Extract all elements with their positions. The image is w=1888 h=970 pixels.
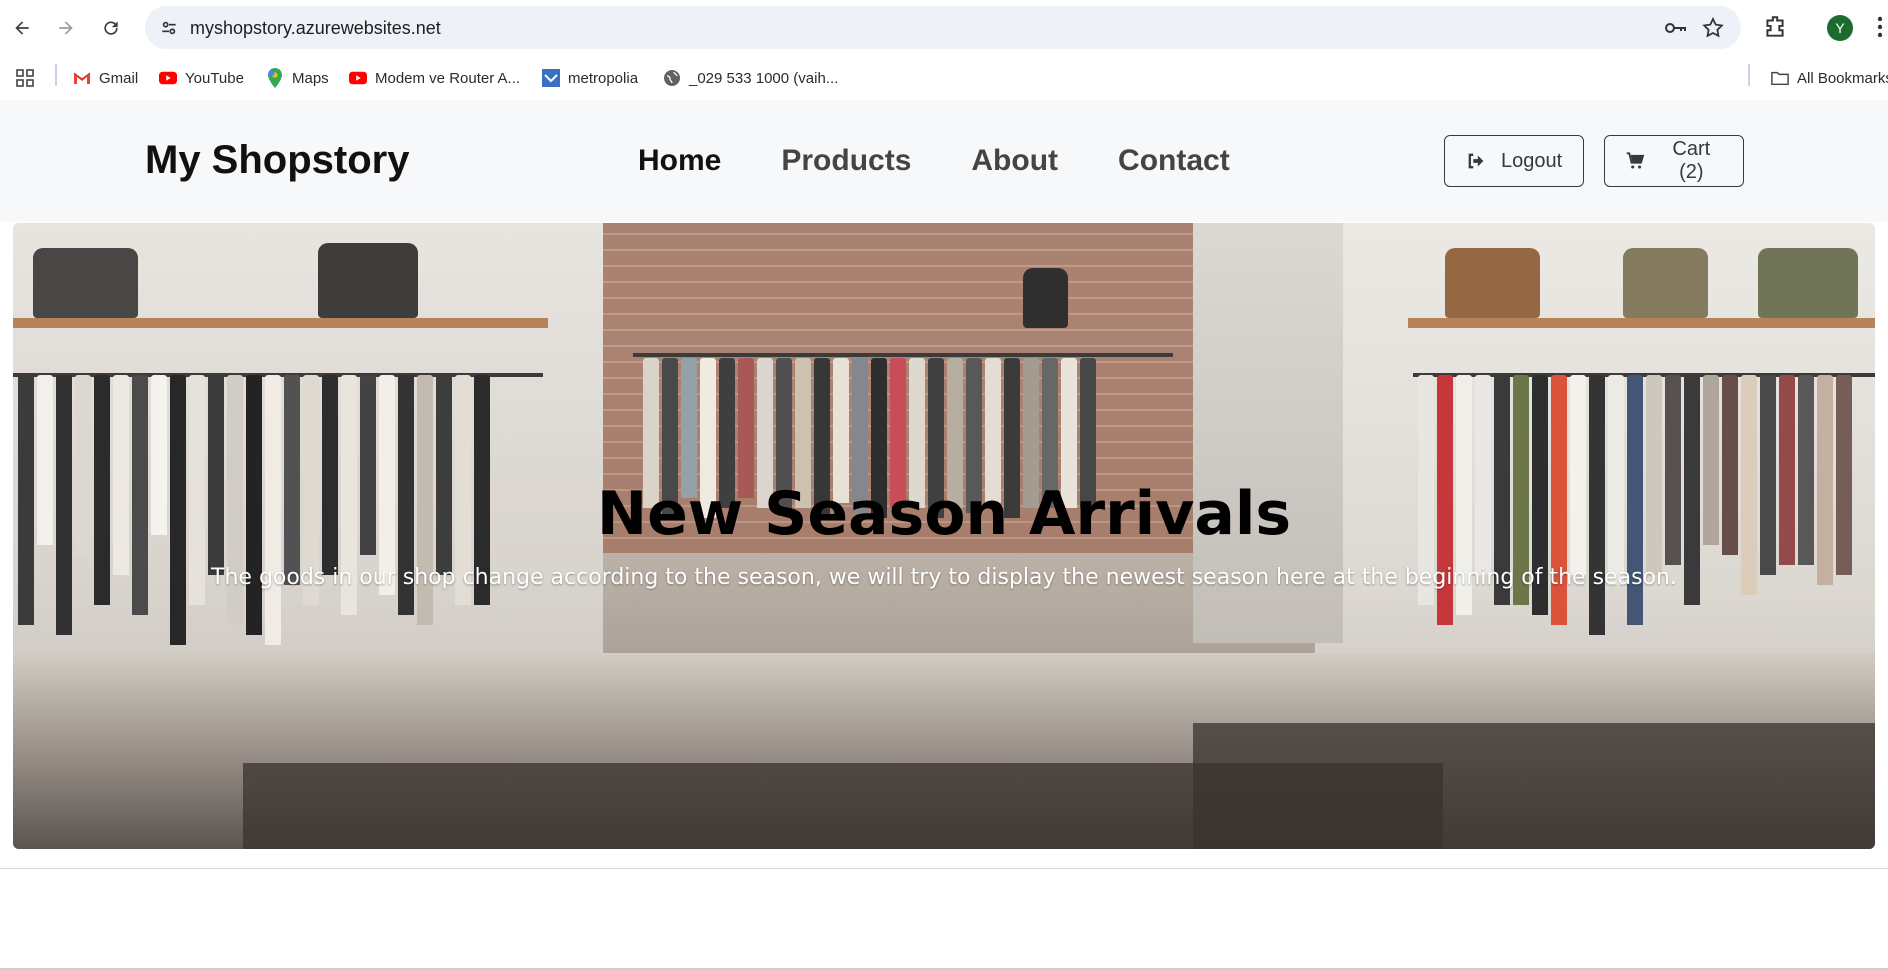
bookmark-metropolia[interactable]: metropolia [542, 66, 638, 90]
cart-button[interactable]: Cart (2) [1604, 135, 1744, 187]
address-bar[interactable]: myshopstory.azurewebsites.net [145, 6, 1741, 49]
gmail-icon [73, 69, 91, 87]
bookmark-youtube[interactable]: YouTube [159, 66, 244, 90]
maps-icon [266, 68, 284, 88]
bookmarks-bar: Gmail YouTube Maps Modem ve Router A... … [0, 56, 1888, 100]
bookmark-separator [55, 64, 57, 86]
cart-icon [1626, 152, 1645, 169]
forward-arrow-icon [59, 21, 73, 35]
site-navbar: My Shopstory Home Products About Contact… [0, 100, 1888, 222]
more-menu-icon[interactable] [1875, 14, 1885, 40]
extensions-puzzle-icon[interactable] [1762, 14, 1788, 40]
bookmark-phone[interactable]: _029 533 1000 (vaih... [663, 66, 838, 90]
nav-home[interactable]: Home [638, 144, 721, 178]
profile-avatar[interactable]: Y [1827, 15, 1853, 41]
section-divider [0, 868, 1888, 869]
folder-icon [1771, 69, 1789, 87]
all-bookmarks-button[interactable]: All Bookmarks [1771, 66, 1888, 90]
back-button[interactable] [6, 12, 38, 44]
bookmark-star-icon[interactable] [1701, 16, 1725, 40]
hero-banner: New Season Arrivals The goods in our sho… [13, 223, 1875, 849]
browser-toolbar: myshopstory.azurewebsites.net Y [0, 0, 1888, 56]
password-key-icon[interactable] [1663, 16, 1687, 40]
metropolia-icon [542, 69, 560, 87]
nav-products[interactable]: Products [781, 144, 911, 178]
bookmark-maps[interactable]: Maps [266, 66, 329, 90]
bookmark-gmail[interactable]: Gmail [73, 66, 138, 90]
globe-icon [663, 69, 681, 87]
site-brand[interactable]: My Shopstory [145, 138, 409, 183]
nav-about[interactable]: About [971, 144, 1058, 178]
site-info-button[interactable] [155, 14, 183, 42]
web-page: My Shopstory Home Products About Contact… [0, 100, 1888, 970]
nav-contact[interactable]: Contact [1118, 144, 1230, 178]
hero-description: The goods in our shop change according t… [211, 565, 1677, 590]
apps-button[interactable] [16, 66, 34, 90]
logout-button[interactable]: Logout [1444, 135, 1584, 187]
url-text[interactable]: myshopstory.azurewebsites.net [190, 18, 441, 39]
forward-button[interactable] [50, 12, 82, 44]
back-arrow-icon [15, 21, 29, 35]
hero-title: New Season Arrivals [596, 479, 1292, 549]
main-menu: Home Products About Contact [638, 144, 1230, 178]
bookmark-separator [1748, 64, 1750, 86]
reload-icon [104, 21, 118, 35]
sign-out-icon [1468, 153, 1484, 169]
reload-button[interactable] [95, 12, 127, 44]
apps-grid-icon [16, 69, 34, 87]
youtube-icon [159, 69, 177, 87]
tune-icon [162, 21, 176, 35]
bookmark-modem-router[interactable]: Modem ve Router A... [349, 66, 520, 90]
youtube-icon [349, 69, 367, 87]
